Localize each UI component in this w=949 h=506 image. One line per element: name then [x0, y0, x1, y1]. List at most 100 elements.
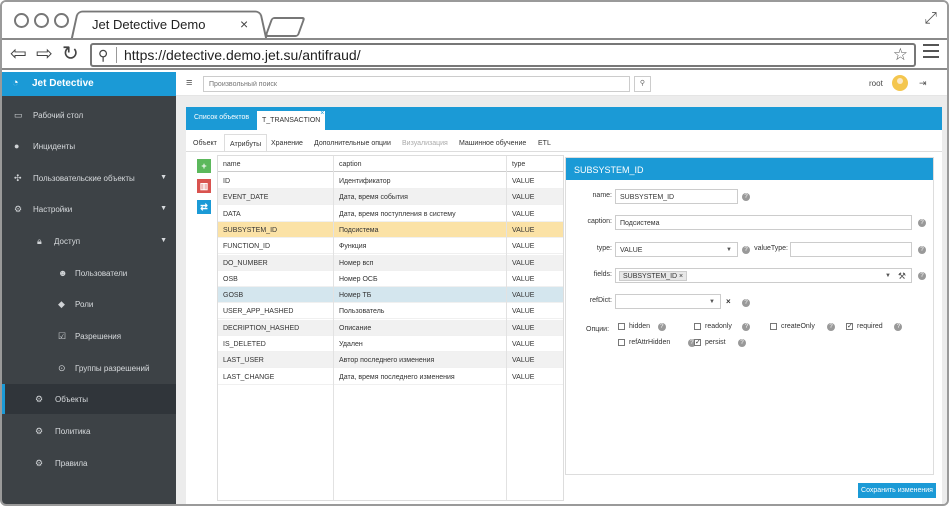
sidebar-item-permissions[interactable]: ☑ Разрешения: [2, 321, 176, 351]
sidebar-item-custom-objects[interactable]: ✣ Пользовательские объекты ▼: [2, 163, 176, 193]
help-icon[interactable]: ?: [742, 193, 750, 201]
subtab-etl[interactable]: ETL: [538, 140, 551, 147]
subtab-visualization[interactable]: Визуализация: [402, 140, 448, 147]
help-icon[interactable]: ?: [742, 299, 750, 307]
sidebar-item-policy[interactable]: ⚙ Политика: [2, 416, 176, 446]
table-row[interactable]: ID Идентификатор VALUE: [218, 173, 563, 189]
option-checkbox-required[interactable]: ✓: [846, 323, 853, 330]
caption-field[interactable]: Подсистема: [615, 215, 912, 230]
table-row[interactable]: LAST_USER Автор последнего изменения VALUE: [218, 352, 563, 369]
help-icon[interactable]: ?: [657, 323, 666, 331]
type-select[interactable]: VALUE ▼: [615, 242, 738, 257]
fields-multiselect[interactable]: SUBSYSTEM_ID × ▼ ⚒: [615, 268, 912, 283]
option-checkbox-hidden[interactable]: [618, 323, 625, 330]
tab-object-list[interactable]: Список объектов: [194, 114, 249, 121]
cell-name: DATA: [223, 210, 241, 218]
window-maximize-circle[interactable]: [54, 13, 69, 28]
option-checkbox-createonly[interactable]: [770, 323, 777, 330]
help-icon[interactable]: ?: [742, 246, 750, 254]
wand-icon[interactable]: ⚒: [898, 271, 906, 282]
subtab-machine-learning[interactable]: Машинное обучение: [459, 140, 526, 147]
search-button[interactable]: ⚲: [634, 76, 651, 92]
header-name[interactable]: name: [223, 161, 241, 168]
sidebar-item-rules[interactable]: ⚙ Правила: [2, 448, 176, 478]
option-checkbox-refattrhidden[interactable]: [618, 339, 625, 346]
option-checkbox-readonly[interactable]: [694, 323, 701, 330]
sidebar-item-desktop[interactable]: ▭ Рабочий стол: [2, 100, 176, 130]
clear-refdict-icon[interactable]: ×: [726, 297, 731, 306]
monitor-icon: ▭: [14, 110, 23, 120]
sidebar-item-incidents[interactable]: ● Инциденты: [2, 131, 176, 161]
help-icon[interactable]: ?: [742, 323, 751, 331]
table-row[interactable]: FUNCTION_ID Функция VALUE: [218, 238, 563, 255]
table-row[interactable]: DATA Дата, время поступления в систему VAL…: [218, 206, 563, 222]
subtab-additional-options[interactable]: Дополнительные опции: [314, 140, 391, 147]
sidebar-item-label: Инциденты: [33, 142, 76, 151]
sidebar-item-users[interactable]: ☻ Пользователи: [2, 258, 176, 288]
caret-down-icon: ▼: [726, 247, 732, 253]
help-icon[interactable]: ?: [894, 323, 903, 331]
help-icon[interactable]: ?: [918, 219, 926, 227]
help-icon[interactable]: ?: [918, 246, 926, 254]
sidebar-item-objects[interactable]: ⚙ Объекты: [2, 384, 176, 414]
table-row[interactable]: DECRIPTION_HASHED Описание VALUE: [218, 319, 563, 336]
header-type[interactable]: type: [512, 161, 525, 168]
field-chip[interactable]: SUBSYSTEM_ID ×: [619, 271, 688, 281]
expand-icon[interactable]: ⤢: [924, 10, 937, 28]
browser-menu-icon[interactable]: [923, 44, 939, 62]
window-minimize-circle[interactable]: [34, 13, 49, 28]
object-panel: Список объектов T_TRANSACTION × Объект А…: [186, 107, 942, 504]
hamburger-icon[interactable]: ≡: [186, 77, 192, 89]
app-logo[interactable]: ◔ Jet Detective: [2, 72, 176, 96]
chip-remove-icon[interactable]: ×: [679, 273, 683, 280]
alert-icon: ●: [14, 141, 20, 151]
cell-caption: Номер всп: [339, 259, 374, 267]
table-header: name caption type: [218, 156, 563, 172]
forward-arrow-icon[interactable]: ⇨: [36, 44, 53, 64]
header-caption[interactable]: caption: [339, 161, 362, 168]
browser-tab-close-icon[interactable]: ×: [240, 16, 248, 32]
new-tab-button[interactable]: [264, 17, 306, 37]
option-checkbox-persist[interactable]: ✓: [694, 339, 701, 346]
subtab-object[interactable]: Объект: [193, 140, 217, 147]
close-icon[interactable]: ×: [320, 110, 324, 117]
sidebar-item-settings[interactable]: ⚙ Настройки ▼: [2, 194, 176, 224]
table-row[interactable]: IS_DELETED Удален VALUE: [218, 336, 563, 352]
search-input[interactable]: [203, 76, 630, 92]
refdict-select[interactable]: ▼: [615, 294, 721, 309]
logout-icon[interactable]: ⇥: [919, 78, 927, 89]
name-field[interactable]: SUBSYSTEM_ID: [615, 189, 738, 204]
valuetype-field[interactable]: [790, 242, 912, 257]
table-row[interactable]: SUBSYSTEM_ID Подсистема VALUE: [218, 221, 563, 238]
move-attribute-button[interactable]: ⇄: [197, 200, 211, 214]
url-divider: [116, 47, 117, 63]
back-arrow-icon[interactable]: ⇦: [10, 44, 27, 64]
tab-t-transaction[interactable]: T_TRANSACTION ×: [257, 110, 326, 130]
sidebar-item-access[interactable]: 🔒︎ Доступ ▼: [2, 226, 176, 256]
subtab-storage[interactable]: Хранение: [271, 140, 303, 147]
reload-icon[interactable]: ↻: [62, 44, 79, 64]
table-row[interactable]: OSB Номер ОСБ VALUE: [218, 271, 563, 287]
table-row[interactable]: DO_NUMBER Номер всп VALUE: [218, 254, 563, 271]
add-attribute-button[interactable]: +: [197, 159, 211, 173]
url-field[interactable]: ⚲ https://detective.demo.jet.su/antifrau…: [90, 43, 916, 67]
help-icon[interactable]: ?: [738, 339, 747, 347]
subtab-attributes[interactable]: Атрибуты: [224, 134, 268, 152]
help-icon[interactable]: ?: [918, 272, 926, 280]
save-changes-button[interactable]: Сохранить изменения: [858, 483, 936, 498]
help-icon[interactable]: ?: [827, 323, 835, 331]
sidebar-item-roles[interactable]: ◆ Роли: [2, 289, 176, 319]
window-close-circle[interactable]: [14, 13, 29, 28]
avatar[interactable]: [892, 75, 908, 91]
cell-type: VALUE: [512, 341, 535, 348]
table-row[interactable]: USER_APP_HASHED Пользователь VALUE: [218, 303, 563, 320]
delete-attribute-button[interactable]: ▥: [197, 179, 211, 193]
table-row[interactable]: LAST_CHANGE Дата, время последнего измене…: [218, 369, 563, 385]
bookmark-star-icon[interactable]: ☆: [893, 45, 908, 65]
sidebar-item-permission-groups[interactable]: ⊙ Группы разрешений: [2, 353, 176, 383]
table-row[interactable]: EVENT_DATE Дата, время события VALUE: [218, 189, 563, 206]
caret-down-icon: ▼: [709, 299, 715, 305]
table-row[interactable]: GOSB Номер ТБ VALUE: [218, 287, 563, 304]
subtab-divider: [186, 151, 942, 152]
cell-type: VALUE: [512, 373, 535, 381]
